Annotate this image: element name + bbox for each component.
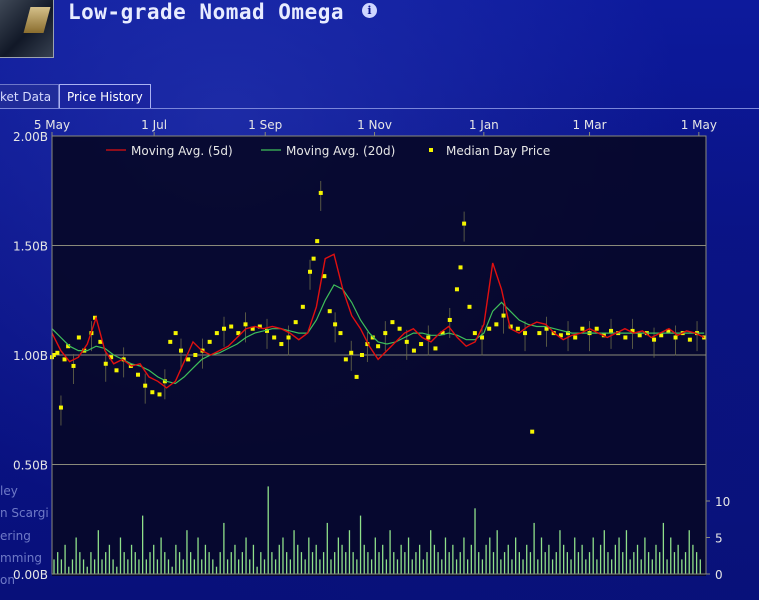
- legend-median-swatch: [429, 148, 433, 152]
- median-price-point: [286, 335, 291, 340]
- median-price-point: [494, 322, 499, 327]
- median-price-point: [186, 357, 191, 362]
- median-price-point: [136, 372, 141, 377]
- median-price-point: [114, 368, 119, 373]
- median-price-point: [687, 337, 692, 342]
- median-price-point: [523, 331, 528, 336]
- price-history-chart[interactable]: 2.00B 1.50B 1.00B 0.50B 0.00B 5 May 1 Jul 1 Sep…: [0, 0, 759, 600]
- median-price-point: [55, 350, 60, 355]
- median-price-point: [71, 363, 76, 368]
- x-tick-label: 1 Jul: [141, 118, 167, 132]
- median-price-point: [609, 328, 614, 333]
- ma5-line: [51, 253, 705, 389]
- median-price-point: [487, 326, 492, 331]
- median-price-point: [515, 326, 520, 331]
- median-price-point: [580, 326, 585, 331]
- median-price-point: [76, 335, 81, 340]
- median-price-point: [279, 342, 284, 347]
- median-price-point: [354, 374, 359, 379]
- median-price-point: [143, 383, 148, 388]
- x-tick-label: 5 May: [34, 118, 70, 132]
- median-price-point: [293, 320, 298, 325]
- volume-tick-label: 0: [715, 568, 723, 582]
- median-price-point: [652, 337, 657, 342]
- median-price-point: [311, 256, 316, 261]
- x-tick-label: 1 Mar: [572, 118, 606, 132]
- median-price-point: [472, 331, 477, 336]
- median-price-point: [193, 353, 198, 357]
- legend-ma5-label: Moving Avg. (5d): [131, 144, 233, 158]
- ma20-line: [51, 284, 705, 385]
- median-price-point: [390, 320, 395, 325]
- median-price-point: [426, 335, 431, 340]
- x-tick-label: 1 Nov: [357, 118, 392, 132]
- volume-tick-label: 10: [715, 495, 730, 509]
- y-tick-label: 1.50B: [13, 240, 48, 254]
- median-price-point: [207, 339, 212, 344]
- x-tick-label: 1 Jan: [469, 118, 499, 132]
- legend-ma20-label: Moving Avg. (20d): [286, 144, 395, 158]
- x-tick-label: 1 May: [681, 118, 717, 132]
- median-price-point: [458, 265, 463, 270]
- median-price-point: [447, 317, 452, 322]
- median-price-point: [404, 339, 409, 344]
- median-price-point: [338, 331, 343, 336]
- median-price-point: [58, 405, 63, 410]
- median-price-point: [573, 335, 578, 340]
- median-price-point: [359, 353, 364, 357]
- y-tick-label: 2.00B: [13, 130, 48, 144]
- median-price-point: [433, 346, 438, 351]
- median-price-point: [530, 429, 535, 434]
- median-price-point: [318, 190, 323, 195]
- median-price-point: [103, 361, 108, 366]
- median-price-point: [349, 350, 354, 355]
- volume-tick-label: 5: [715, 532, 723, 546]
- median-price-point: [173, 331, 178, 336]
- median-price-point: [272, 335, 277, 340]
- median-price-point: [229, 324, 234, 329]
- median-price-point: [157, 392, 162, 397]
- median-price-point: [419, 342, 424, 347]
- median-price-point: [594, 326, 599, 331]
- median-price-point: [168, 339, 173, 344]
- median-price-point: [673, 335, 678, 340]
- median-price-point: [222, 326, 227, 331]
- y-tick-label: 1.00B: [13, 349, 48, 363]
- median-price-point: [308, 269, 313, 274]
- median-price-point: [537, 331, 542, 336]
- median-price-point: [343, 357, 348, 362]
- y-tick-label: 0.00B: [13, 568, 48, 582]
- median-price-point: [462, 221, 467, 226]
- median-price-point: [333, 322, 338, 327]
- median-price-point: [243, 322, 248, 327]
- median-price-point: [214, 331, 219, 336]
- median-price-point: [383, 331, 388, 336]
- x-tick-label: 1 Sep: [248, 118, 282, 132]
- median-price-point: [637, 333, 642, 338]
- y-tick-label: 0.50B: [13, 459, 48, 473]
- median-price-point: [315, 239, 320, 244]
- median-price-point: [150, 390, 155, 395]
- median-price-point: [454, 287, 459, 292]
- median-price-point: [179, 348, 184, 353]
- median-price-point: [411, 348, 416, 353]
- median-price-point: [397, 326, 402, 331]
- median-price-point: [300, 304, 305, 309]
- median-price-point: [467, 304, 472, 309]
- median-price-point: [327, 309, 332, 314]
- legend-median-label: Median Day Price: [446, 144, 550, 158]
- median-price-point: [376, 344, 381, 349]
- median-price-point: [501, 313, 506, 318]
- median-price-point: [623, 335, 628, 340]
